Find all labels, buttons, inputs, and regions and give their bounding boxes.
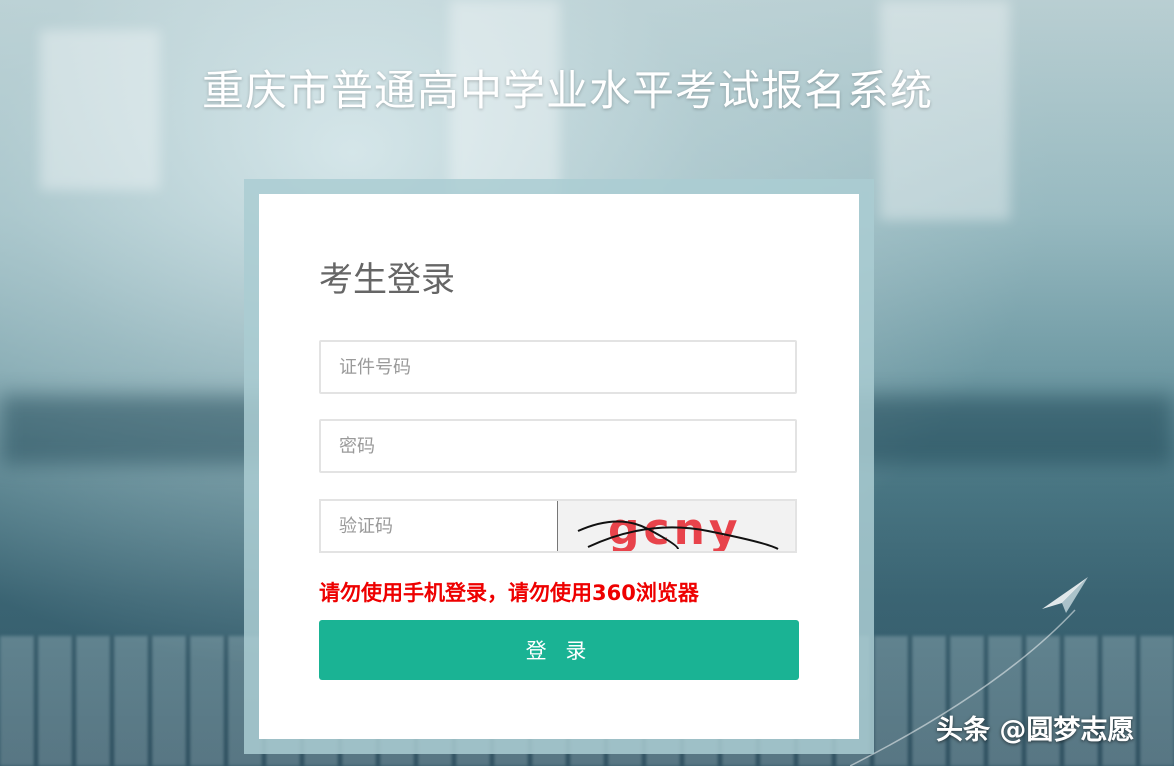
captcha-graphic: gcny (558, 501, 794, 555)
password-field[interactable] (319, 419, 797, 473)
login-card: 考生登录 gcny 请勿使用手机登录，请勿使用360浏览器 登 录 (259, 194, 859, 739)
captcha-image[interactable]: gcny (557, 501, 795, 555)
site-title: 重庆市普通高中学业水平考试报名系统 (202, 66, 934, 115)
password-input[interactable] (321, 421, 795, 471)
watermark: 头条 @圆梦志愿 (936, 715, 1135, 746)
id-number-input[interactable] (321, 342, 795, 392)
background-blur-shape (40, 30, 160, 190)
captcha-row: gcny (319, 499, 797, 555)
login-button[interactable]: 登 录 (319, 620, 799, 680)
id-number-field[interactable] (319, 340, 797, 394)
captcha-input[interactable] (321, 501, 557, 551)
paper-plane-icon (1042, 577, 1088, 613)
login-frame: 考生登录 gcny 请勿使用手机登录，请勿使用360浏览器 登 录 (244, 179, 874, 754)
login-heading: 考生登录 (319, 260, 455, 300)
browser-warning: 请勿使用手机登录，请勿使用360浏览器 (319, 581, 699, 605)
